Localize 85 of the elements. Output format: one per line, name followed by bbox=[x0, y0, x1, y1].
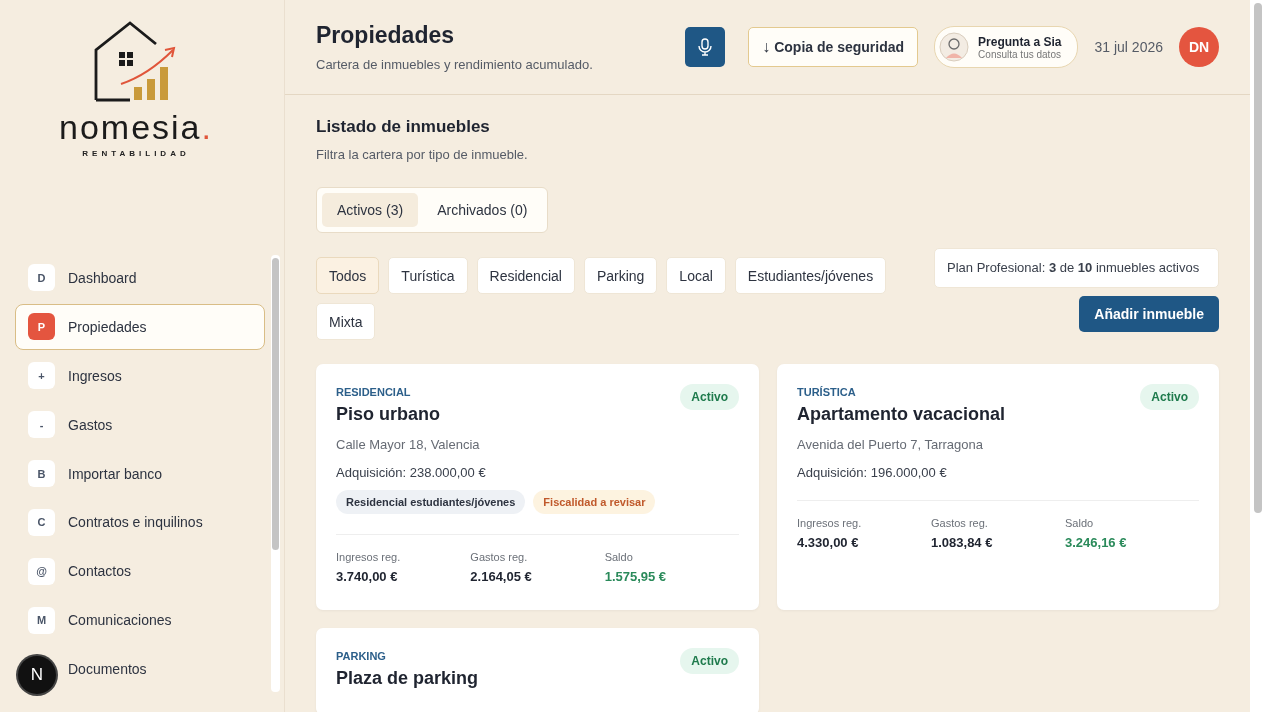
property-address: Avenida del Puerto 7, Tarragona bbox=[797, 437, 984, 452]
nav-letter-icon: M bbox=[28, 606, 55, 634]
acquisition-price: Adquisición: 196.000,00 € bbox=[797, 465, 948, 480]
property-category: PARKING bbox=[336, 650, 387, 662]
sidebar-item[interactable]: B Importar banco bbox=[15, 450, 265, 497]
sidebar-item-label: Documentos bbox=[68, 661, 147, 678]
stat-label: Ingresos reg. bbox=[336, 551, 402, 563]
stat-value: 1.083,84 € bbox=[931, 535, 994, 550]
property-name: Piso urbano bbox=[336, 404, 440, 425]
nav-letter-icon: - bbox=[28, 411, 55, 439]
sidebar-item-label: Contratos e inquilinos bbox=[68, 514, 203, 531]
assistant-button[interactable]: Pregunta a Sia Consulta tus datos bbox=[934, 26, 1079, 68]
filter-chip[interactable]: Turística bbox=[388, 257, 468, 294]
add-property-button[interactable]: Añadir inmueble bbox=[1079, 296, 1219, 332]
sidebar-item[interactable]: @ Contactos bbox=[15, 548, 265, 595]
sidebar-item[interactable]: M Comunicaciones bbox=[15, 597, 265, 644]
property-card[interactable]: TURÍSTICA Apartamento vacacional Activo Avenida del Puerto 7, Tarragona Adquisición: 196.000,00 € Ingresos reg. 4.330,00 € Gastos reg. 1.083,84 € Saldo 3.246,16 € bbox=[777, 364, 1219, 610]
sidebar-item[interactable]: D Dashboard bbox=[15, 255, 265, 301]
property-tag: Fiscalidad a revisar bbox=[533, 490, 656, 514]
property-name: Apartamento vacacional bbox=[797, 404, 1006, 425]
stat-value: 1.575,95 € bbox=[604, 569, 668, 584]
microphone-button[interactable] bbox=[685, 27, 726, 67]
assistant-subtitle: Consulta tus datos bbox=[978, 48, 1062, 60]
stat-value: 4.330,00 € bbox=[797, 535, 860, 550]
logo-wordmark: nomesia. bbox=[59, 110, 213, 144]
stat-label: Saldo bbox=[1065, 517, 1095, 529]
nav-letter-icon: D bbox=[28, 264, 55, 292]
property-address: Calle Mayor 18, Valencia bbox=[336, 437, 481, 452]
plan-note: Plan Profesional: 3 de 10 inmuebles activos bbox=[934, 248, 1219, 288]
nav-letter-icon: P bbox=[28, 313, 55, 341]
sidebar-item[interactable]: C Contratos e inquilinos bbox=[15, 499, 265, 546]
property-category: TURÍSTICA bbox=[797, 386, 857, 398]
nav-letter-icon: C bbox=[28, 508, 55, 536]
filter-chip[interactable]: Estudiantes/jóvenes bbox=[734, 257, 887, 294]
stat-label: Gastos reg. bbox=[470, 551, 529, 563]
assistant-title: Pregunta a Sia bbox=[978, 34, 1062, 49]
acquisition-price: Adquisición: 238.000,00 € bbox=[336, 465, 487, 480]
nav-letter-icon: B bbox=[28, 460, 55, 487]
tab[interactable]: Archivados (0) bbox=[422, 193, 543, 227]
sidebar-item[interactable]: + Ingresos bbox=[15, 352, 265, 399]
page-title: Propiedades bbox=[316, 22, 456, 49]
sidebar-item-label: Ingresos bbox=[68, 367, 122, 384]
date-label: 31 jul 2026 bbox=[1094, 39, 1163, 55]
user-avatar[interactable]: DN bbox=[1179, 27, 1219, 67]
section-description: Filtra la cartera por tipo de inmueble. bbox=[316, 147, 529, 162]
status-badge: Activo bbox=[1140, 384, 1199, 410]
property-category: RESIDENCIAL bbox=[336, 386, 412, 398]
stat-value: 3.740,00 € bbox=[336, 569, 399, 584]
stat-value: 2.164,05 € bbox=[470, 569, 533, 584]
property-card[interactable]: RESIDENCIAL Piso urbano Activo Calle Mayor 18, Valencia Adquisición: 238.000,00 € Residencial estudiantes/jóvenes Fiscalidad a revisar Ingresos reg. 3.740,00 € Gastos reg. 2.164,05 € Saldo 1.575,95 € bbox=[316, 364, 759, 610]
sidebar-item-label: Propiedades bbox=[68, 318, 147, 335]
microphone-icon bbox=[697, 38, 714, 56]
filter-chip[interactable]: Local bbox=[666, 257, 726, 294]
filter-chip[interactable]: Residencial bbox=[476, 257, 575, 294]
dev-tools-button[interactable]: N bbox=[18, 656, 56, 694]
property-card[interactable]: PARKING Plaza de parking Activo bbox=[316, 628, 759, 712]
sidebar-item-label: Gastos bbox=[68, 416, 113, 433]
sidebar-item-label: Dashboard bbox=[68, 269, 137, 286]
section-title: Listado de inmuebles bbox=[316, 117, 491, 137]
stat-label: Gastos reg. bbox=[931, 517, 989, 529]
status-badge: Activo bbox=[680, 384, 739, 410]
stat-label: Saldo bbox=[604, 551, 634, 563]
tab[interactable]: Activos (3) bbox=[322, 193, 419, 227]
stat-value: 3.246,16 € bbox=[1065, 535, 1128, 550]
backup-button[interactable]: ↓ Copia de seguridad bbox=[748, 27, 919, 67]
filter-chip[interactable]: Parking bbox=[583, 257, 658, 294]
sidebar-item-label: Contactos bbox=[68, 563, 132, 580]
scrollbar[interactable] bbox=[271, 255, 280, 692]
filter-chip[interactable]: Mixta bbox=[316, 303, 376, 340]
property-tag: Residencial estudiantes/jóvenes bbox=[336, 490, 526, 514]
property-name: Plaza de parking bbox=[336, 668, 479, 689]
sidebar-item-label: Comunicaciones bbox=[68, 612, 172, 629]
nav-letter-icon: + bbox=[28, 362, 55, 390]
avatar-icon bbox=[939, 32, 970, 62]
nav-letter-icon: @ bbox=[28, 557, 55, 585]
sidebar-item[interactable]: Documentos bbox=[67, 646, 265, 692]
sidebar-item-label: Importar banco bbox=[68, 465, 163, 482]
page-subtitle: Cartera de inmuebles y rendimiento acumulado. bbox=[316, 57, 593, 72]
sidebar-item[interactable]: P Propiedades bbox=[15, 303, 265, 350]
scrollbar[interactable] bbox=[1250, 0, 1265, 712]
stat-label: Ingresos reg. bbox=[797, 517, 863, 529]
logo-tagline: RENTABILIDAD bbox=[82, 149, 190, 158]
status-badge: Activo bbox=[680, 648, 739, 674]
filter-chip[interactable]: Todos bbox=[316, 257, 380, 294]
sidebar-item[interactable]: - Gastos bbox=[15, 401, 265, 448]
